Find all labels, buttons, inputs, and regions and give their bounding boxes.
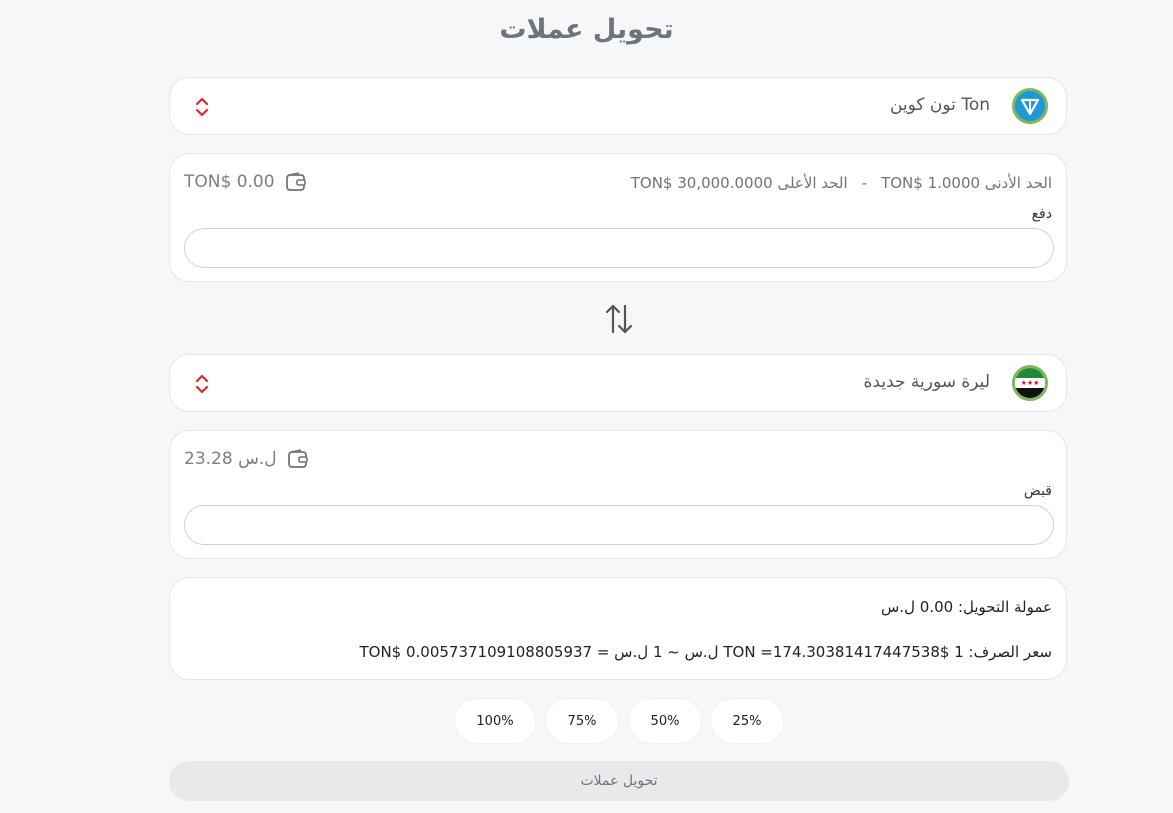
percent-75-button[interactable]: 75% [546, 699, 618, 743]
from-coin-select[interactable]: Ton تون كوين [169, 77, 1067, 135]
chevron-up-down-icon [195, 97, 209, 117]
from-balance-value: TON$ 0.00 [184, 172, 275, 192]
to-balance: 23.28 ل.س [184, 449, 309, 469]
wallet-icon [285, 172, 306, 191]
from-balance: TON$ 0.00 [184, 172, 307, 192]
to-balance-value: 23.28 ل.س [184, 449, 277, 469]
convert-button[interactable]: تحويل عملات [169, 761, 1069, 801]
percent-100-button[interactable]: 100% [455, 699, 535, 743]
receive-label: قبض [1023, 483, 1052, 499]
currency-converter-page: تحويل عملات Ton تون كوين TON$ 0.00 الحد … [0, 0, 1173, 813]
pay-label: دفع [1031, 206, 1052, 222]
ton-icon [1012, 88, 1048, 124]
conversion-info: عمولة التحويل: 0.00 ل.س سعر الصرف: 1 $TO… [169, 577, 1067, 680]
limits: الحد الأدنى TON$ 1.0000 - الحد الأعلى TO… [631, 174, 1052, 192]
pay-amount-card: TON$ 0.00 الحد الأدنى TON$ 1.0000 - الحد… [169, 153, 1067, 282]
percent-25-button[interactable]: 25% [711, 699, 783, 743]
exchange-rate: سعر الصرف: 1 $TON =174.30381417447538 ل.… [359, 643, 1052, 661]
limit-separator: - [861, 174, 868, 192]
max-limit: الحد الأعلى TON$ 30,000.0000 [630, 174, 848, 192]
page-title: تحويل عملات [499, 14, 674, 45]
to-coin-name: ليرة سورية جديدة [863, 372, 990, 392]
from-coin-name: Ton تون كوين [889, 95, 990, 115]
conversion-fee: عمولة التحويل: 0.00 ل.س [881, 598, 1052, 616]
wallet-icon [287, 449, 308, 468]
syria-flag-icon: ★★★ [1012, 365, 1048, 401]
receive-amount-card: 23.28 ل.س قبض [169, 430, 1067, 559]
receive-amount-input[interactable] [184, 505, 1054, 545]
pay-amount-input[interactable] [184, 228, 1054, 268]
chevron-up-down-icon [195, 374, 209, 394]
min-limit: الحد الأدنى TON$ 1.0000 [881, 174, 1052, 192]
percent-50-button[interactable]: 50% [629, 699, 701, 743]
to-coin-select[interactable]: ★★★ ليرة سورية جديدة [169, 354, 1067, 412]
swap-arrows-icon[interactable] [604, 302, 634, 336]
